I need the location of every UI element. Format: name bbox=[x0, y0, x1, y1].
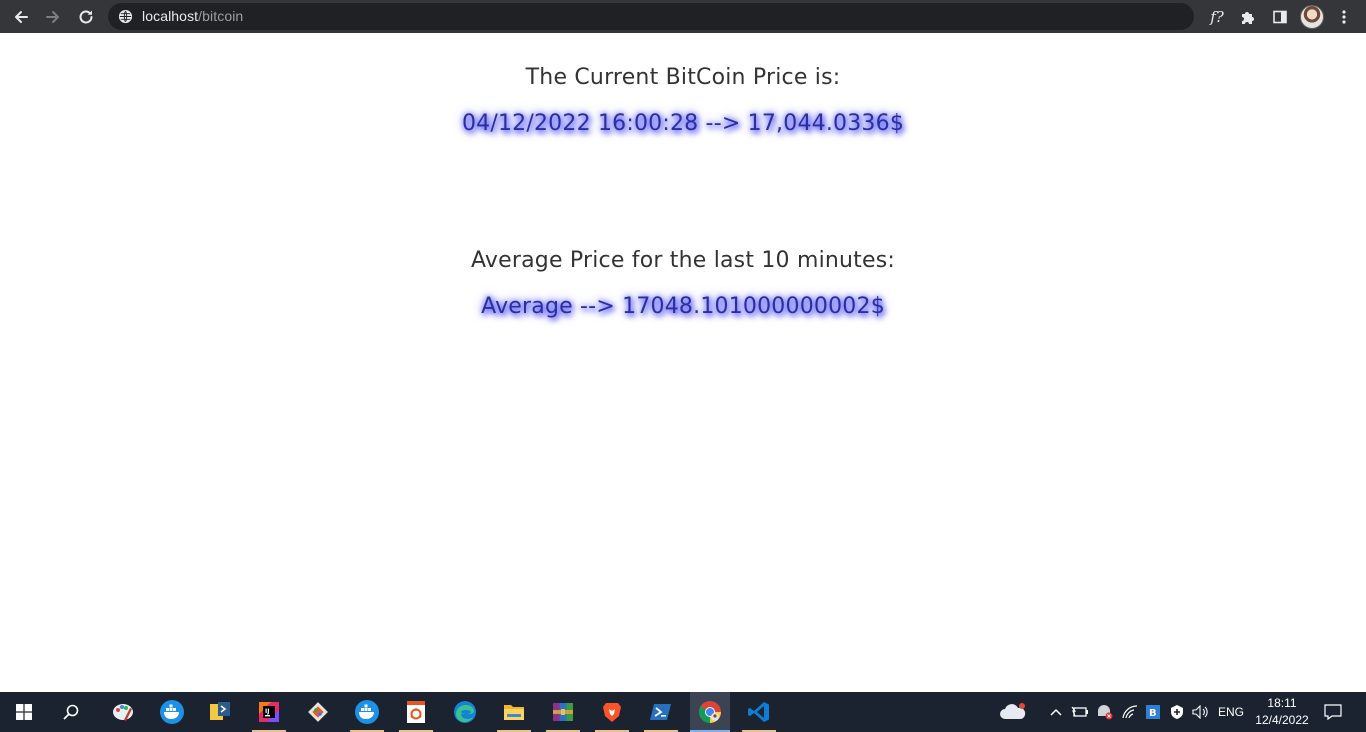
powershell-icon bbox=[650, 704, 671, 720]
ubuntu-icon bbox=[407, 701, 425, 723]
language-indicator[interactable]: ENG bbox=[1214, 692, 1248, 732]
address-bar[interactable]: localhost/bitcoin bbox=[108, 3, 1194, 30]
wifi-icon bbox=[1122, 705, 1138, 719]
browser-toolbar: localhost/bitcoin f? bbox=[0, 0, 1366, 33]
extensions-button[interactable] bbox=[1235, 4, 1261, 30]
taskbar-brave[interactable] bbox=[592, 692, 632, 732]
taskbar-paint[interactable] bbox=[103, 692, 143, 732]
taskbar-docker[interactable] bbox=[152, 692, 192, 732]
cloud-icon bbox=[1000, 703, 1026, 719]
clock[interactable]: 18:11 12/4/2022 bbox=[1250, 692, 1314, 732]
tray-security[interactable] bbox=[1094, 692, 1116, 732]
taskbar-ubuntu[interactable] bbox=[396, 692, 436, 732]
clock-date: 12/4/2022 bbox=[1255, 713, 1309, 727]
taskbar-vscode[interactable] bbox=[739, 692, 779, 732]
notification-icon bbox=[1324, 704, 1342, 720]
current-price-value: 04/12/2022 16:00:28 --> 17,044.0336$ bbox=[461, 111, 905, 136]
chrome-icon bbox=[699, 701, 721, 723]
tray-battery[interactable] bbox=[1070, 692, 1090, 732]
back-button[interactable] bbox=[8, 4, 34, 30]
forward-button[interactable] bbox=[40, 4, 66, 30]
reload-icon bbox=[79, 10, 93, 24]
bluetooth-app-icon: B bbox=[1146, 705, 1160, 719]
profile-avatar[interactable] bbox=[1300, 5, 1324, 29]
page-content: The Current BitCoin Price is: 04/12/2022… bbox=[0, 35, 1366, 692]
search-icon bbox=[63, 704, 79, 720]
tray-volume[interactable] bbox=[1190, 692, 1212, 732]
chevron-up-icon bbox=[1050, 708, 1062, 716]
taskbar-powershell[interactable] bbox=[641, 692, 681, 732]
taskbar-winrar[interactable] bbox=[543, 692, 583, 732]
url-text[interactable]: localhost/bitcoin bbox=[142, 8, 243, 24]
folder-icon bbox=[504, 705, 524, 720]
taskbar-file-explorer[interactable] bbox=[494, 692, 534, 732]
clock-time: 18:11 bbox=[1267, 696, 1297, 710]
svg-text:IJ: IJ bbox=[265, 708, 269, 715]
tray-bluetooth-app[interactable]: B bbox=[1143, 692, 1163, 732]
vscode-icon bbox=[748, 702, 769, 722]
fq-label: f? bbox=[1210, 8, 1224, 26]
docker-icon bbox=[160, 700, 184, 724]
paint-icon bbox=[113, 704, 133, 721]
site-info-icon[interactable] bbox=[118, 9, 133, 24]
arrow-right-icon bbox=[46, 11, 59, 23]
language-label: ENG bbox=[1217, 705, 1244, 719]
average-price-value: Average --> 17048.101000000002$ bbox=[481, 294, 885, 319]
taskbar-edge[interactable] bbox=[445, 692, 485, 732]
notifications-button[interactable] bbox=[1318, 692, 1348, 732]
reload-button[interactable] bbox=[73, 4, 99, 30]
taskbar-chrome[interactable] bbox=[690, 692, 730, 732]
more-vertical-icon bbox=[1342, 10, 1346, 24]
taskbar-docker-desktop[interactable] bbox=[347, 692, 387, 732]
side-panel-button[interactable] bbox=[1267, 4, 1293, 30]
taskbar: IJ B ENG 18:11 12/4/2022 bbox=[0, 692, 1366, 732]
taskbar-python-idle[interactable] bbox=[200, 692, 240, 732]
battery-charging-icon bbox=[1071, 706, 1088, 717]
side-panel-icon bbox=[1273, 10, 1287, 24]
brave-icon bbox=[603, 703, 621, 722]
tray-wifi[interactable] bbox=[1120, 692, 1140, 732]
url-path: /bitcoin bbox=[198, 8, 244, 24]
fq-extension-button[interactable]: f? bbox=[1204, 4, 1230, 30]
git-icon bbox=[308, 702, 328, 722]
intellij-icon: IJ bbox=[259, 702, 279, 722]
current-price-heading: The Current BitCoin Price is: bbox=[525, 65, 841, 90]
average-price-heading: Average Price for the last 10 minutes: bbox=[470, 248, 896, 273]
search-button[interactable] bbox=[51, 692, 91, 732]
tray-overflow-button[interactable] bbox=[1046, 692, 1066, 732]
winrar-icon bbox=[553, 703, 573, 721]
svg-text:B: B bbox=[1149, 708, 1157, 719]
puzzle-icon bbox=[1242, 12, 1254, 24]
taskbar-intellij[interactable]: IJ bbox=[249, 692, 289, 732]
chrome-menu-button[interactable] bbox=[1331, 4, 1357, 30]
arrow-left-icon bbox=[15, 11, 28, 23]
shield-warning-icon bbox=[1098, 705, 1113, 720]
onedrive-button[interactable] bbox=[996, 692, 1030, 732]
taskbar-git[interactable] bbox=[298, 692, 338, 732]
python-idle-icon bbox=[210, 702, 230, 720]
start-button[interactable] bbox=[4, 692, 44, 732]
tray-network-app[interactable] bbox=[1167, 692, 1187, 732]
url-host: localhost bbox=[142, 8, 199, 24]
speaker-icon bbox=[1192, 705, 1208, 719]
docker-desktop-icon bbox=[355, 700, 379, 724]
network-shield-icon bbox=[1171, 705, 1183, 719]
windows-start-icon bbox=[16, 704, 32, 720]
edge-icon bbox=[454, 701, 476, 723]
